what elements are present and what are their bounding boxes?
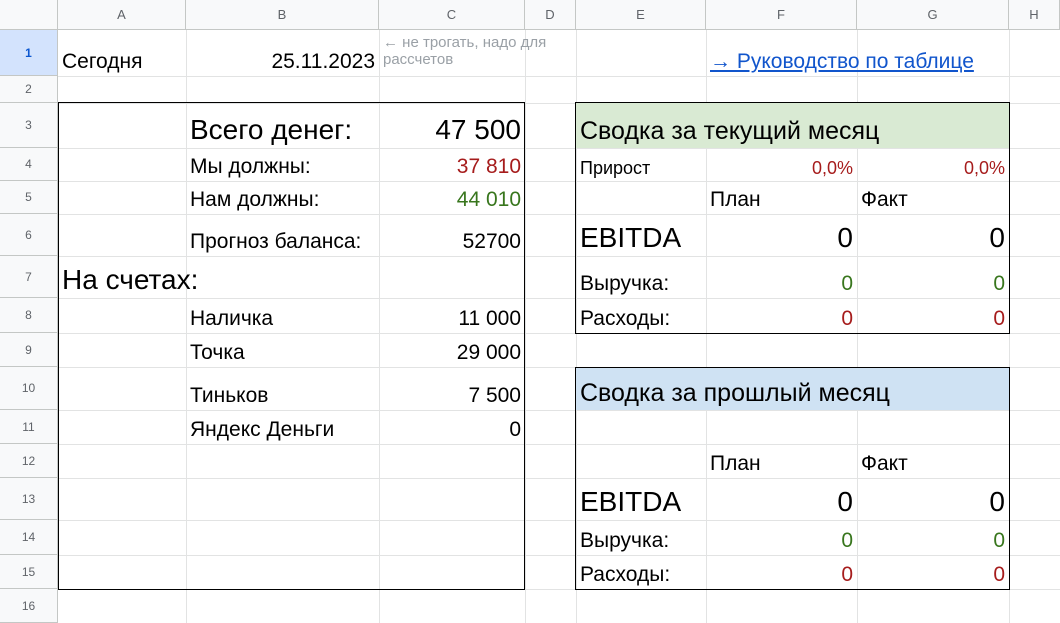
account-name[interactable]: Тиньков	[186, 367, 379, 410]
spreadsheet-grid[interactable]: ABCDEFGH 1 2 3 4 5 6 7 8 9 10 11 12 13 14 15 16 Сегодня…	[0, 0, 1060, 623]
accounts-title[interactable]: На счетах:	[58, 256, 258, 298]
column-header-f[interactable]: F	[706, 0, 857, 30]
revenue-fact[interactable]: 0	[857, 256, 1009, 298]
growth-plan[interactable]: 0,0%	[706, 148, 857, 181]
row-header-5[interactable]: 5	[0, 181, 58, 214]
column-header-g[interactable]: G	[857, 0, 1009, 30]
row-header-10[interactable]: 10	[0, 367, 58, 410]
row-header-1[interactable]: 1	[0, 30, 58, 76]
expenses-plan[interactable]: 0	[706, 298, 857, 333]
plan-header[interactable]: План	[706, 444, 857, 478]
expenses-label[interactable]: Расходы:	[576, 555, 706, 589]
revenue-label[interactable]: Выручка:	[576, 256, 706, 298]
account-value[interactable]: 11 000	[379, 298, 525, 333]
last-month-title[interactable]: Сводка за прошлый месяц	[576, 368, 1009, 410]
total-money-label[interactable]: Всего денег:	[186, 103, 379, 148]
gridline-horizontal	[58, 76, 1060, 77]
growth-fact[interactable]: 0,0%	[857, 148, 1009, 181]
row-header-6[interactable]: 6	[0, 214, 58, 256]
expenses-fact[interactable]: 0	[857, 298, 1009, 333]
account-name[interactable]: Яндекс Деньги	[186, 410, 379, 444]
today-note[interactable]: ← не трогать, надо для рассчетов	[379, 30, 579, 76]
revenue-fact[interactable]: 0	[857, 520, 1009, 555]
row-header-3[interactable]: 3	[0, 103, 58, 148]
revenue-plan[interactable]: 0	[706, 520, 857, 555]
column-header-c[interactable]: C	[379, 0, 525, 30]
account-name[interactable]: Точка	[186, 333, 379, 367]
guide-link[interactable]: → Руководство по таблице	[706, 30, 1009, 76]
plan-header[interactable]: План	[706, 181, 857, 214]
row-header-7[interactable]: 7	[0, 256, 58, 298]
ebitda-label[interactable]: EBITDA	[576, 478, 706, 520]
revenue-plan[interactable]: 0	[706, 256, 857, 298]
row-header-15[interactable]: 15	[0, 555, 58, 589]
row-header-9[interactable]: 9	[0, 333, 58, 367]
ebitda-plan[interactable]: 0	[706, 214, 857, 256]
select-all-corner[interactable]	[0, 0, 58, 30]
row-header-13[interactable]: 13	[0, 478, 58, 520]
row-header-4[interactable]: 4	[0, 148, 58, 181]
we-owe-label[interactable]: Мы должны:	[186, 148, 379, 181]
ebitda-plan[interactable]: 0	[706, 478, 857, 520]
column-header-b[interactable]: B	[186, 0, 379, 30]
forecast-value[interactable]: 52700	[379, 214, 525, 256]
gridline-vertical	[525, 30, 526, 623]
expenses-fact[interactable]: 0	[857, 555, 1009, 589]
ebitda-label[interactable]: EBITDA	[576, 214, 706, 256]
column-header-a[interactable]: A	[58, 0, 186, 30]
current-month-title[interactable]: Сводка за текущий месяц	[576, 103, 1009, 148]
column-header-d[interactable]: D	[525, 0, 576, 30]
revenue-label[interactable]: Выручка:	[576, 520, 706, 555]
ebitda-fact[interactable]: 0	[857, 478, 1009, 520]
column-header-e[interactable]: E	[576, 0, 706, 30]
row-header-2[interactable]: 2	[0, 76, 58, 103]
growth-label[interactable]: Прирост	[576, 148, 706, 181]
total-money-value[interactable]: 47 500	[379, 103, 525, 148]
expenses-plan[interactable]: 0	[706, 555, 857, 589]
account-name[interactable]: Наличка	[186, 298, 379, 333]
account-value[interactable]: 0	[379, 410, 525, 444]
today-label[interactable]: Сегодня	[58, 30, 186, 76]
row-header-11[interactable]: 11	[0, 410, 58, 444]
today-date[interactable]: 25.11.2023	[186, 30, 379, 76]
ebitda-fact[interactable]: 0	[857, 214, 1009, 256]
forecast-label[interactable]: Прогноз баланса:	[186, 214, 379, 256]
row-header-8[interactable]: 8	[0, 298, 58, 333]
account-value[interactable]: 7 500	[379, 367, 525, 410]
owed-to-us-value[interactable]: 44 010	[379, 181, 525, 214]
owed-to-us-label[interactable]: Нам должны:	[186, 181, 379, 214]
row-header-14[interactable]: 14	[0, 520, 58, 555]
row-header-12[interactable]: 12	[0, 444, 58, 478]
row-header-16[interactable]: 16	[0, 589, 58, 623]
expenses-label[interactable]: Расходы:	[576, 298, 706, 333]
account-value[interactable]: 29 000	[379, 333, 525, 367]
fact-header[interactable]: Факт	[857, 181, 1009, 214]
column-header-h[interactable]: H	[1009, 0, 1060, 30]
fact-header[interactable]: Факт	[857, 444, 1009, 478]
we-owe-value[interactable]: 37 810	[379, 148, 525, 181]
